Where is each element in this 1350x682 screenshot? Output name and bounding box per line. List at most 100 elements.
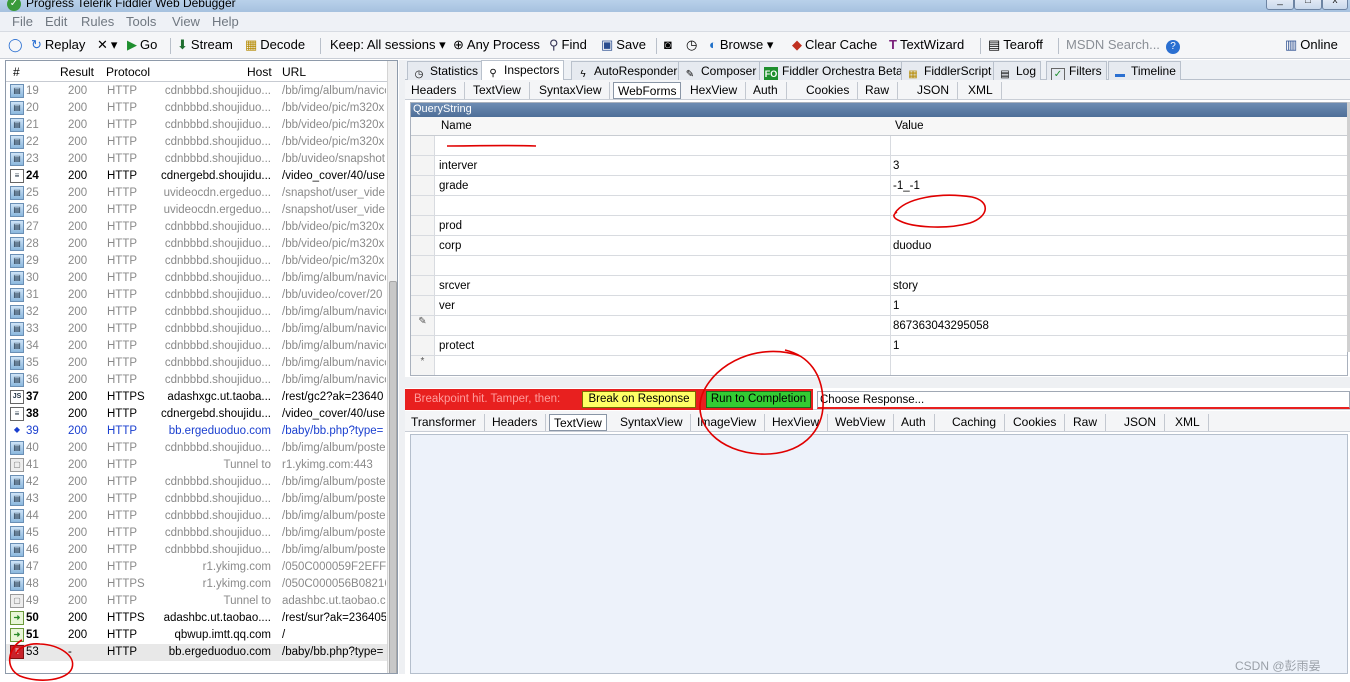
querystring-row[interactable]: ✎ 867363043295058: [411, 316, 1347, 336]
session-row[interactable]: ▤ 33 200 HTTP cdnbbbd.shoujiduo... /bb/img/al…: [6, 321, 387, 338]
param-name[interactable]: protect: [439, 340, 474, 352]
param-value[interactable]: 1: [893, 300, 899, 312]
req-tab-headers[interactable]: Headers: [411, 82, 466, 99]
querystring-row[interactable]: [411, 136, 1347, 156]
resp-tab-webview[interactable]: WebView: [835, 414, 895, 431]
session-row[interactable]: ▤ 42 200 HTTP cdnbbbd.shoujiduo... /bb/img/al…: [6, 474, 387, 491]
sessions-scrollbar[interactable]: [387, 61, 397, 673]
param-name[interactable]: grade: [439, 180, 468, 192]
session-row[interactable]: ▤ 34 200 HTTP cdnbbbd.shoujiduo... /bb/img/al…: [6, 338, 387, 355]
session-row[interactable]: ▤ 35 200 HTTP cdnbbbd.shoujiduo... /bb/img/al…: [6, 355, 387, 372]
req-tab-hexview[interactable]: HexView: [690, 82, 747, 99]
keep-sessions-dropdown[interactable]: Keep: All sessions ▾: [330, 36, 446, 55]
session-row[interactable]: ▤ 26 200 HTTP uvideocdn.ergeduo... /snapshot/…: [6, 202, 387, 219]
querystring-row[interactable]: prod: [411, 216, 1347, 236]
req-tab-xml[interactable]: XML: [968, 82, 1002, 99]
tab-inspectors[interactable]: ⚲ Inspectors: [481, 60, 565, 80]
resp-tab-raw[interactable]: Raw: [1073, 414, 1107, 431]
find-button[interactable]: ⚲ Find: [549, 36, 587, 55]
comment-button[interactable]: ◯: [8, 36, 26, 55]
querystring-row[interactable]: grade -1_-1: [411, 176, 1347, 196]
session-row[interactable]: ▤ 31 200 HTTP cdnbbbd.shoujiduo... /bb/uvideo…: [6, 287, 387, 304]
param-value[interactable]: 867363043295058: [893, 320, 989, 332]
tab-composer[interactable]: ✎ Composer: [678, 61, 762, 80]
resp-tab-xml[interactable]: XML: [1175, 414, 1209, 431]
column-protocol[interactable]: Protocol: [106, 65, 150, 79]
param-name[interactable]: ver: [439, 300, 455, 312]
any-process-button[interactable]: ⊕ Any Process: [453, 36, 540, 55]
column-num[interactable]: #: [13, 65, 20, 79]
choose-response-dropdown[interactable]: Choose Response...: [817, 391, 1350, 409]
scrollbar-thumb[interactable]: [389, 281, 397, 673]
session-row[interactable]: ➜ 51 200 HTTP qbwup.imtt.qq.com /: [6, 627, 387, 644]
timer-button[interactable]: ◷: [686, 36, 700, 55]
session-row[interactable]: ▤ 22 200 HTTP cdnbbbd.shoujiduo... /bb/video/…: [6, 134, 387, 151]
session-row[interactable]: ‼ 53 - HTTP bb.ergeduoduo.com/baby/bb.php?ty…: [6, 644, 387, 661]
maximize-button[interactable]: □: [1294, 0, 1322, 10]
param-name[interactable]: corp: [439, 240, 461, 252]
run-to-completion-button[interactable]: Run to Completion: [706, 391, 811, 408]
tab-fiddler-orchestra[interactable]: FO Fiddler Orchestra Beta: [759, 61, 908, 81]
browse-button[interactable]: ◐ Browse ▾: [709, 36, 773, 55]
req-tab-cookies[interactable]: Cookies: [806, 82, 859, 99]
screenshot-button[interactable]: ◙: [664, 36, 675, 55]
menu-file[interactable]: File: [12, 14, 33, 29]
session-row[interactable]: ▤ 21 200 HTTP cdnbbbd.shoujiduo... /bb/video/…: [6, 117, 387, 134]
clear-cache-button[interactable]: ◆ Clear Cache: [792, 36, 877, 55]
resp-tab-cookies[interactable]: Cookies: [1013, 414, 1066, 431]
querystring-row[interactable]: *: [411, 356, 1347, 375]
querystring-row[interactable]: protect 1: [411, 336, 1347, 356]
tab-fiddlerscript[interactable]: ▦ FiddlerScript: [901, 61, 997, 80]
session-row[interactable]: ▤ 29 200 HTTP cdnbbbd.shoujiduo... /bb/video/…: [6, 253, 387, 270]
session-row[interactable]: ◆ 39 200 HTTP bb.ergeduoduo.com/baby/bb.php?…: [6, 423, 387, 440]
param-value[interactable]: 3: [893, 160, 899, 172]
param-name[interactable]: srcver: [439, 280, 470, 292]
menu-view[interactable]: View: [172, 14, 200, 29]
session-row[interactable]: ▤ 32 200 HTTP cdnbbbd.shoujiduo... /bb/img/al…: [6, 304, 387, 321]
req-tab-textview[interactable]: TextView: [473, 82, 530, 99]
column-host[interactable]: Host: [247, 65, 272, 79]
session-row[interactable]: ▤ 47 200 HTTP r1.ykimg.com/050C000059F2EFF3: [6, 559, 387, 576]
resp-tab-syntaxview[interactable]: SyntaxView: [620, 414, 692, 431]
querystring-row[interactable]: [411, 256, 1347, 276]
column-result[interactable]: Result: [60, 65, 94, 79]
stream-button[interactable]: ⬇ Stream: [177, 36, 233, 55]
session-row[interactable]: ▤ 40 200 HTTP cdnbbbd.shoujiduo... /bb/img/al…: [6, 440, 387, 457]
resp-tab-transformer[interactable]: Transformer: [411, 414, 485, 431]
pane-splitter[interactable]: [399, 60, 405, 674]
session-row[interactable]: ▤ 46 200 HTTP cdnbbbd.shoujiduo... /bb/img/al…: [6, 542, 387, 559]
req-tab-auth[interactable]: Auth: [753, 82, 787, 99]
session-row[interactable]: ▤ 36 200 HTTP cdnbbbd.shoujiduo... /bb/img/al…: [6, 372, 387, 389]
resp-tab-json[interactable]: JSON: [1124, 414, 1166, 431]
resp-tab-auth[interactable]: Auth: [901, 414, 935, 431]
textwizard-button[interactable]: T TextWizard: [889, 36, 964, 55]
session-row[interactable]: ▤ 20 200 HTTP cdnbbbd.shoujiduo... /bb/video/…: [6, 100, 387, 117]
tab-autoresponder[interactable]: ϟ AutoResponder: [571, 61, 683, 80]
go-button[interactable]: ▶ Go: [127, 36, 157, 55]
param-name[interactable]: prod: [439, 220, 462, 232]
resp-tab-headers[interactable]: Headers: [492, 414, 547, 431]
response-textview-body[interactable]: [410, 434, 1348, 674]
msdn-search-input[interactable]: MSDN Search...: [1066, 36, 1160, 55]
break-on-response-button[interactable]: Break on Response: [582, 391, 696, 408]
session-row[interactable]: ▤ 44 200 HTTP cdnbbbd.shoujiduo... /bb/img/al…: [6, 508, 387, 525]
horizontal-splitter[interactable]: [405, 377, 1350, 388]
querystring-row[interactable]: ver 1: [411, 296, 1347, 316]
param-name[interactable]: interver: [439, 160, 477, 172]
resp-tab-textview[interactable]: TextView: [549, 414, 607, 431]
param-value[interactable]: 1: [893, 340, 899, 352]
session-row[interactable]: ▤ 43 200 HTTP cdnbbbd.shoujiduo... /bb/img/al…: [6, 491, 387, 508]
session-row[interactable]: JS 37 200 HTTPS adashxgc.ut.taoba.../rest/gc…: [6, 389, 387, 406]
menu-edit[interactable]: Edit: [45, 14, 67, 29]
close-button[interactable]: x: [1322, 0, 1348, 10]
tearoff-button[interactable]: ▤ Tearoff: [988, 36, 1043, 55]
tab-log[interactable]: ▤ Log: [993, 61, 1042, 80]
session-row[interactable]: ▤ 30 200 HTTP cdnbbbd.shoujiduo... /bb/img/al…: [6, 270, 387, 287]
param-value[interactable]: duoduo: [893, 240, 931, 252]
column-value[interactable]: Value: [895, 120, 924, 132]
menu-tools[interactable]: Tools: [126, 14, 156, 29]
session-row[interactable]: ▤ 28 200 HTTP cdnbbbd.shoujiduo... /bb/video/…: [6, 236, 387, 253]
session-row[interactable]: ▤ 48 200 HTTPS r1.ykimg.com/050C000056B08216: [6, 576, 387, 593]
querystring-row[interactable]: [411, 196, 1347, 216]
session-row[interactable]: ➜ 50 200 HTTPS adashbc.ut.taobao..../rest/su…: [6, 610, 387, 627]
